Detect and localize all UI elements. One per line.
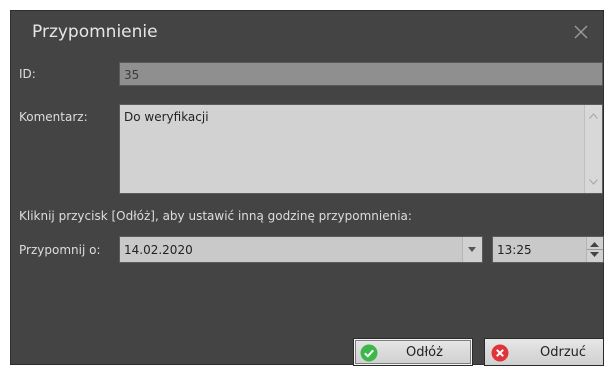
comment-value: Do weryfikacji <box>124 110 209 124</box>
scroll-up-icon[interactable] <box>589 113 598 119</box>
title-bar: Przypomnienie <box>11 11 603 59</box>
remind-at-label: Przypomnij o: <box>19 243 101 257</box>
date-dropdown[interactable]: 14.02.2020 <box>119 236 483 263</box>
spin-up-icon[interactable] <box>590 242 599 248</box>
dialog-title: Przypomnienie <box>32 22 158 42</box>
id-field: 35 <box>119 62 603 86</box>
spin-divider <box>587 249 603 250</box>
postpone-label: Odłóż <box>406 345 443 360</box>
comment-textarea[interactable]: Do weryfikacji <box>119 104 603 194</box>
reject-label: Odrzuć <box>540 345 587 360</box>
instruction-text: Kliknij przycisk [Odłóż], aby ustawić in… <box>19 209 412 223</box>
date-dropdown-button[interactable] <box>462 237 482 262</box>
reject-button[interactable]: Odrzuć <box>484 338 604 366</box>
time-value: 13:25 <box>497 243 532 257</box>
id-label: ID: <box>19 67 36 81</box>
comment-label: Komentarz: <box>19 110 88 124</box>
time-spinner[interactable]: 13:25 <box>492 236 604 263</box>
postpone-button[interactable]: Odłóż <box>353 338 473 366</box>
dropdown-arrow-icon <box>468 247 476 252</box>
id-value: 35 <box>124 68 140 82</box>
date-value: 14.02.2020 <box>124 243 193 257</box>
x-circle-icon <box>491 344 509 362</box>
check-circle-icon <box>360 344 378 362</box>
comment-scrollbar[interactable] <box>584 105 602 193</box>
scroll-down-icon[interactable] <box>589 179 598 185</box>
spin-down-icon[interactable] <box>590 252 599 258</box>
time-spin-buttons[interactable] <box>586 237 603 262</box>
reminder-dialog: Przypomnienie ID: 35 Komentarz: Do weryf… <box>10 10 604 366</box>
close-icon[interactable] <box>573 24 589 40</box>
